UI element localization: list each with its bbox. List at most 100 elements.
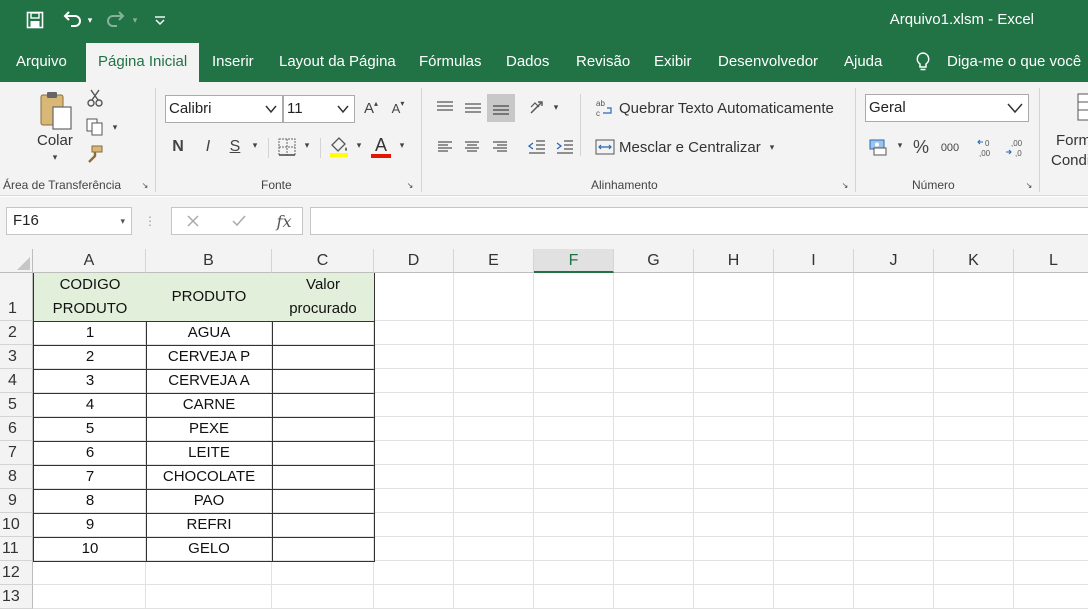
align-bottom-icon[interactable] [487,94,515,122]
table-cell-produto[interactable]: CARNE [146,393,273,418]
table-cell-valor[interactable] [272,441,375,466]
cancel-icon[interactable] [182,210,204,232]
select-all-corner[interactable] [0,249,33,273]
paste-icon[interactable] [36,88,76,132]
row-header-9[interactable]: 9 [0,489,33,513]
row-header-4[interactable]: 4 [0,369,33,393]
borders-icon[interactable] [276,136,298,158]
row-header-13[interactable]: 13 [0,585,33,609]
tab-desenvolvedor[interactable]: Desenvolvedor [718,42,818,82]
fill-color-icon[interactable] [328,134,350,160]
conditional-formatting-label-1[interactable]: Form [1056,132,1088,149]
table-cell-codigo[interactable]: 10 [33,537,147,562]
column-header-k[interactable]: K [934,249,1014,273]
align-left-icon[interactable] [436,136,454,158]
table-cell-valor[interactable] [272,417,375,442]
undo-icon[interactable] [60,8,84,32]
row-header-10[interactable]: 10 [0,513,33,537]
insert-function-icon[interactable]: fx [272,210,296,232]
wrap-text-button[interactable]: Quebrar Texto Automaticamente [619,100,834,117]
accounting-dropdown-icon[interactable]: ▾ [895,140,905,150]
table-cell-produto[interactable]: GELO [146,537,273,562]
font-color-dropdown-icon[interactable]: ▾ [397,140,407,150]
increase-indent-icon[interactable] [555,136,575,158]
redo-dropdown-icon[interactable]: ▾ [130,8,140,32]
row-header-5[interactable]: 5 [0,393,33,417]
row-header-8[interactable]: 8 [0,465,33,489]
underline-button[interactable]: S [225,135,245,159]
table-cell-produto[interactable]: CHOCOLATE [146,465,273,490]
undo-dropdown-icon[interactable]: ▾ [85,8,95,32]
cut-icon[interactable] [85,88,105,108]
name-box-dropdown-icon[interactable]: ▾ [120,208,125,234]
tab-pagina-inicial[interactable]: Página Inicial [86,43,200,82]
column-header-f[interactable]: F [534,249,614,273]
align-right-icon[interactable] [491,136,509,158]
conditional-formatting-label-2[interactable]: Condi [1051,152,1088,169]
table-cell-codigo[interactable]: 2 [33,345,147,370]
tab-arquivo[interactable]: Arquivo [16,42,67,82]
font-launcher-icon[interactable]: ↘ [405,180,415,190]
tab-revisao[interactable]: Revisão [576,42,630,82]
cell-b1[interactable]: PRODUTO [146,273,273,322]
formula-input[interactable] [310,207,1088,235]
decrease-indent-icon[interactable] [527,136,547,158]
row-header-2[interactable]: 2 [0,321,33,345]
worksheet-grid[interactable]: A B C D E F G H I J K L 1 2 3 4 5 6 7 8 … [0,249,1088,609]
row-header-1[interactable]: 1 [0,273,33,321]
row-header-6[interactable]: 6 [0,417,33,441]
table-cell-codigo[interactable]: 5 [33,417,147,442]
table-cell-produto[interactable]: PAO [146,489,273,514]
name-box[interactable]: F16 ▾ [6,207,132,235]
orientation-dropdown-icon[interactable]: ▾ [551,102,561,112]
paste-dropdown-icon[interactable]: ▾ [49,152,61,162]
table-cell-produto[interactable]: REFRI [146,513,273,538]
table-cell-valor[interactable] [272,465,375,490]
column-header-c[interactable]: C [272,249,374,273]
table-cell-valor[interactable] [272,537,375,562]
column-header-e[interactable]: E [454,249,534,273]
merge-dropdown-icon[interactable]: ▾ [767,142,777,152]
column-header-g[interactable]: G [614,249,694,273]
percent-style-button[interactable]: % [910,136,932,158]
cell-c1[interactable]: Valor procurado [272,273,375,322]
decrease-decimal-icon[interactable]: ,00,0 [1004,134,1026,160]
customize-qat-icon[interactable] [150,8,170,32]
table-cell-codigo[interactable]: 9 [33,513,147,538]
row-header-11[interactable]: 11 [0,537,33,561]
table-cell-valor[interactable] [272,393,375,418]
cell-a1[interactable]: CODIGO PRODUTO [33,273,147,322]
font-name-combo[interactable]: Calibri [165,95,283,123]
table-cell-valor[interactable] [272,345,375,370]
wrap-text-icon[interactable]: ab c [594,96,616,120]
merge-center-button[interactable]: Mesclar e Centralizar [619,139,761,156]
bold-button[interactable]: N [168,135,188,159]
formula-bar-grip-icon[interactable]: ⋮ [144,213,156,229]
paste-label[interactable]: Colar [37,132,73,149]
table-cell-valor[interactable] [272,489,375,514]
alignment-launcher-icon[interactable]: ↘ [840,180,850,190]
accounting-format-icon[interactable] [868,136,890,158]
table-cell-valor[interactable] [272,321,375,346]
enter-icon[interactable] [228,210,250,232]
increase-decimal-icon[interactable]: 0,00 [976,134,998,160]
clipboard-launcher-icon[interactable]: ↘ [140,180,150,190]
format-painter-icon[interactable] [85,144,105,164]
table-cell-produto[interactable]: AGUA [146,321,273,346]
align-center-icon[interactable] [463,136,481,158]
italic-button[interactable]: I [198,135,218,159]
column-header-i[interactable]: I [774,249,854,273]
table-cell-valor[interactable] [272,369,375,394]
redo-icon[interactable] [104,8,128,32]
tab-exibir[interactable]: Exibir [654,42,692,82]
table-cell-produto[interactable]: CERVEJA P [146,345,273,370]
table-cell-produto[interactable]: PEXE [146,417,273,442]
table-cell-valor[interactable] [272,513,375,538]
table-cell-codigo[interactable]: 6 [33,441,147,466]
align-middle-icon[interactable] [461,96,485,120]
tab-dados[interactable]: Dados [506,42,549,82]
table-cell-produto[interactable]: CERVEJA A [146,369,273,394]
table-cell-codigo[interactable]: 7 [33,465,147,490]
tab-inserir[interactable]: Inserir [212,42,254,82]
tab-layout-da-pagina[interactable]: Layout da Página [279,42,396,82]
